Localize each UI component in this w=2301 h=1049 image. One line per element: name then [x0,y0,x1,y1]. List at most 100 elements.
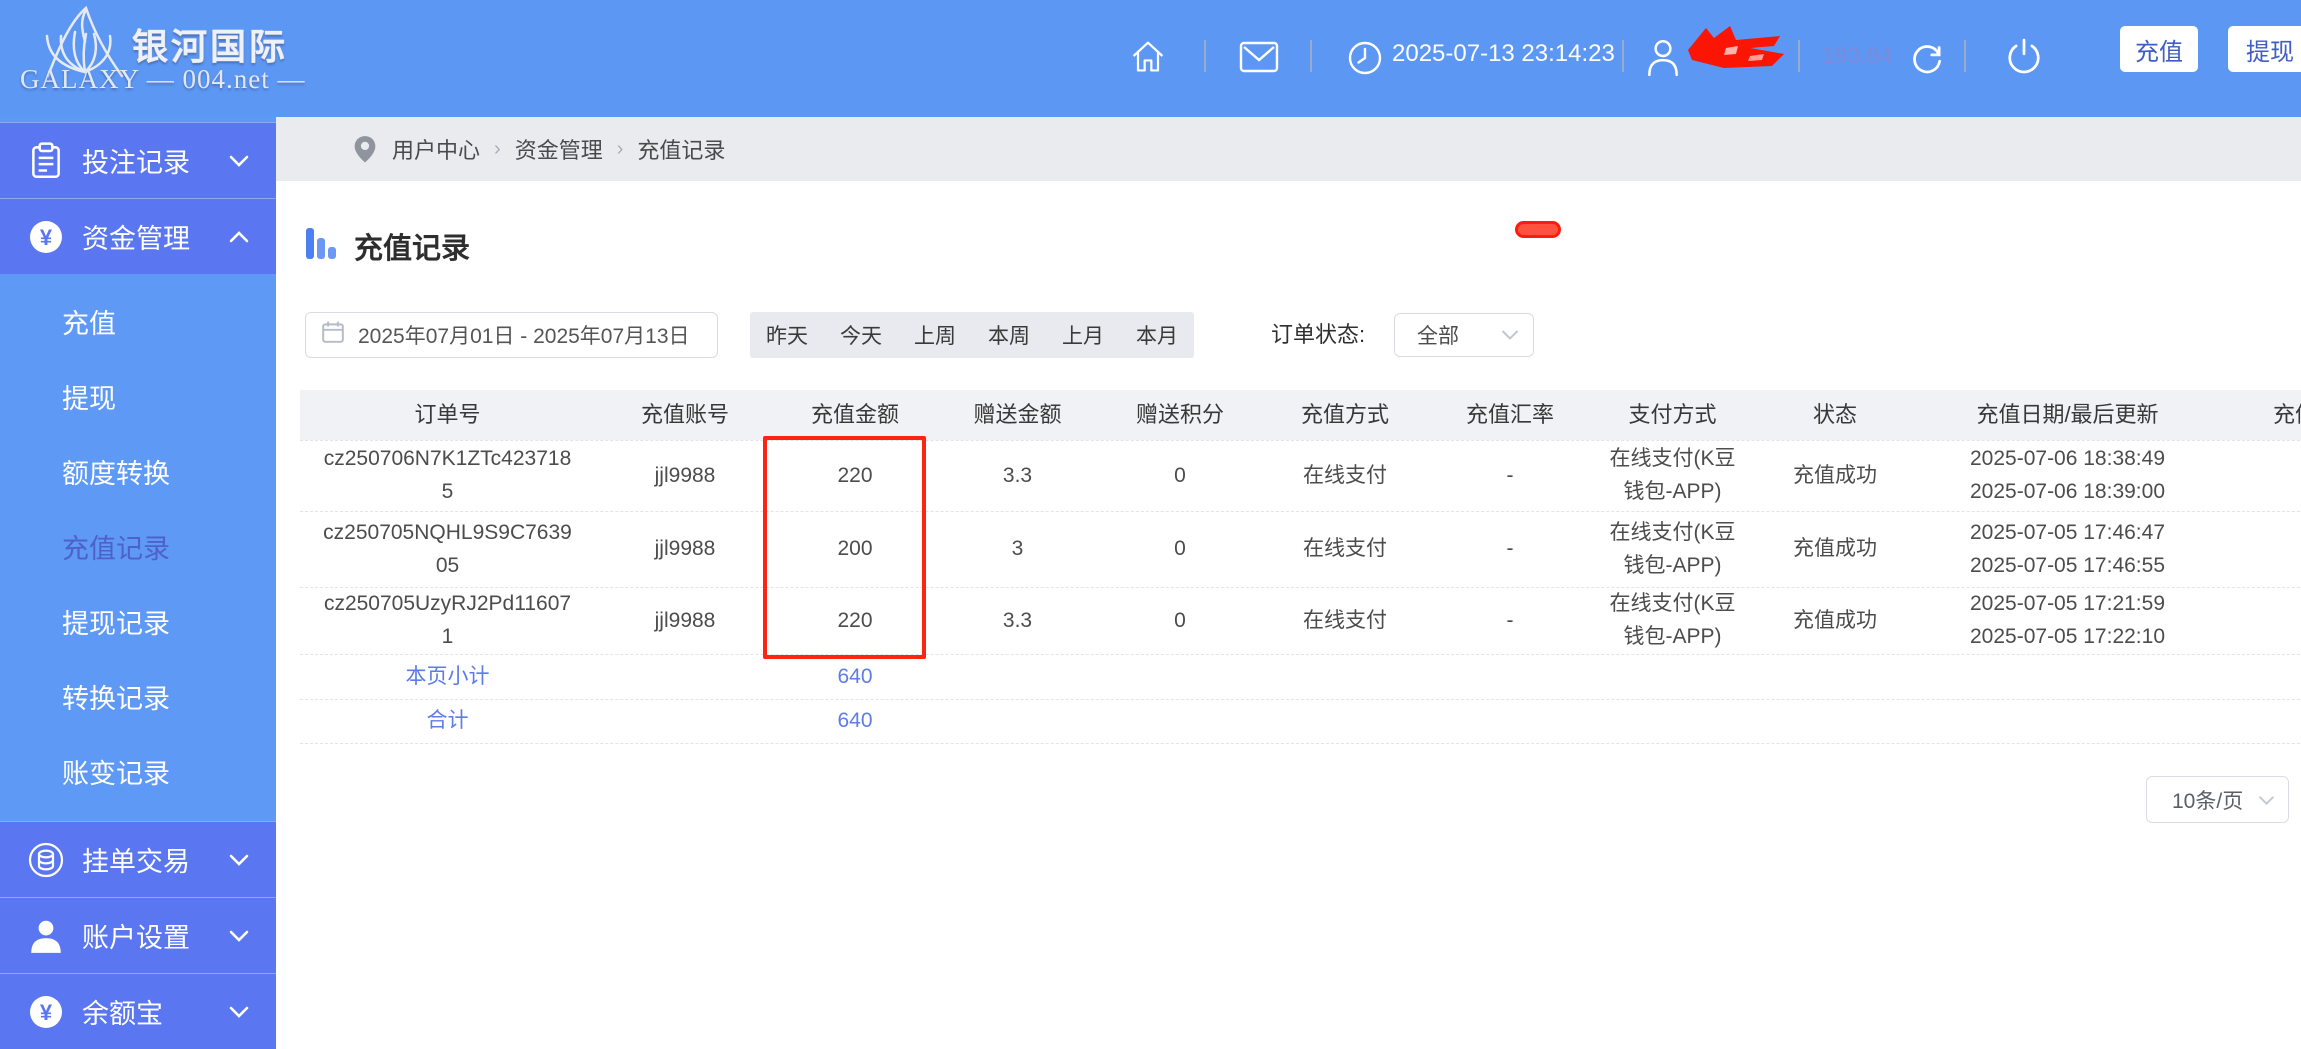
total-amount: 640 [837,709,873,733]
breadcrumb: 用户中心 › 资金管理 › 充值记录 [276,117,2301,181]
funds-submenu: 充值 提现 额度转换 充值记录 提现记录 转换记录 账变记录 [0,274,276,821]
separator [1964,40,1966,72]
sidebar-item-pending-orders[interactable]: 挂单交易 [0,821,276,897]
sidebar-item-label: 资金管理 [82,224,190,254]
points: 0 [1174,537,1186,561]
chevron-down-icon [2258,788,2275,812]
table-row: cz250705UzyRJ2Pd116071 jjl9988 220 3.3 0… [300,587,2301,654]
separator [1798,40,1800,72]
mail-icon[interactable] [1238,40,1280,79]
account: jjl9988 [654,463,716,487]
account: jjl9988 [654,537,716,561]
date-range-input[interactable]: 2025年07月01日 - 2025年07月13日 [305,312,718,358]
sidebar-item-label: 投注记录 [82,148,190,178]
sidebar-item-label: 余额宝 [82,999,163,1029]
table-header-row: 订单号 充值账号 充值金额 赠送金额 赠送积分 充值方式 充值汇率 支付方式 状… [300,390,2301,440]
col-order-no: 订单号 [414,401,481,427]
yen-coin-icon: ¥ [26,218,66,256]
sidebar-item-betting-records[interactable]: 投注记录 [0,122,276,198]
method: 在线支付 [1303,537,1387,561]
col-payment: 支付方式 [1628,401,1717,427]
col-rate: 充值汇率 [1465,401,1554,427]
breadcrumb-item-funds-management[interactable]: 资金管理 [515,133,603,165]
col-extra: 充值 [2272,401,2301,427]
rate: - [1506,537,1514,561]
refresh-icon[interactable] [1908,38,1946,81]
payment: 在线支付(K豆 钱包-APP) [1609,592,1736,648]
quick-range-this-month[interactable]: 本月 [1120,312,1194,358]
quick-range-last-month[interactable]: 上月 [1046,312,1120,358]
breadcrumb-item-deposit-records: 充值记录 [637,138,726,163]
separator [1310,40,1312,72]
bar-chart-icon [305,223,337,268]
quick-range-yesterday[interactable]: 昨天 [750,312,824,358]
location-pin-icon [352,134,378,164]
chevron-down-icon [228,154,250,168]
deposit-button[interactable]: 充值 [2120,26,2198,72]
clipboard-icon [26,141,66,181]
page-size-select[interactable]: 10条/页 [2146,776,2289,823]
submenu-item-withdraw[interactable]: 提现 [0,359,276,434]
power-icon[interactable] [2004,37,2044,82]
sidebar-item-account-settings[interactable]: 账户设置 [0,897,276,973]
order-no: cz250705NQHL9S9C763905 [323,520,572,577]
dates: 2025-07-06 18:38:49 2025-07-06 18:39:00 [1970,447,2165,503]
chevron-down-icon [228,1005,250,1019]
total-label[interactable]: 合计 [300,705,595,738]
sidebar-item-label: 挂单交易 [82,847,190,877]
bonus: 3 [1011,537,1024,561]
submenu-item-deposit[interactable]: 充值 [0,284,276,359]
breadcrumb-separator: › [616,137,624,160]
chevron-up-icon [228,230,250,244]
account: jjl9988 [654,608,716,632]
quick-range-group: 昨天 今天 上周 本周 上月 本月 [750,312,1194,358]
dates: 2025-07-05 17:21:59 2025-07-05 17:22:10 [1970,592,2165,648]
status: 充值成功 [1793,463,1877,487]
quick-range-last-week[interactable]: 上周 [898,312,972,358]
sidebar-item-yuebao[interactable]: ¥ 余额宝 [0,973,276,1049]
points: 0 [1174,608,1186,632]
separator [1622,40,1624,72]
censored-username-scribble [1680,22,1790,77]
page-size-value: 10条/页 [2172,789,2244,813]
quick-range-this-week[interactable]: 本周 [972,312,1046,358]
dates: 2025-07-05 17:46:47 2025-07-05 17:46:55 [1970,520,2165,577]
method: 在线支付 [1303,463,1387,487]
chevron-down-icon [228,929,250,943]
submenu-item-deposit-records[interactable]: 充值记录 [0,509,276,584]
bonus: 3.3 [1002,608,1033,632]
calendar-icon [321,320,345,350]
submenu-item-quota-transfer[interactable]: 额度转换 [0,434,276,509]
site-logo[interactable]: 银河国际 GALAXY — 004.net — [14,2,304,114]
rate: - [1506,463,1514,487]
points: 0 [1174,463,1186,487]
table-row: cz250706N7K1ZTc4237185 jjl9988 220 3.3 0… [300,440,2301,511]
withdraw-button[interactable]: 提现 [2228,26,2301,72]
breadcrumb-separator: › [494,137,501,160]
svg-text:¥: ¥ [40,225,53,250]
col-points: 赠送积分 [1135,401,1224,427]
subtotal-row: 本页小计 640 [300,654,2301,699]
sidebar: 投注记录 ¥ 资金管理 充值 提现 额度转换 充值记录 提现记录 转换记录 账变… [0,117,276,1049]
submenu-item-withdraw-records[interactable]: 提现记录 [0,584,276,659]
top-bar: 银河国际 GALAXY — 004.net — 2025-07-13 23:14… [0,0,2301,117]
subtotal-label[interactable]: 本页小计 [300,661,595,694]
submenu-item-account-change-records[interactable]: 账变记录 [0,734,276,809]
current-datetime: 2025-07-13 23:14:23 [1392,40,1615,67]
yen-coin-icon: ¥ [26,993,66,1031]
sidebar-item-funds-management[interactable]: ¥ 资金管理 [0,198,276,274]
submenu-item-transfer-records[interactable]: 转换记录 [0,659,276,734]
breadcrumb-item-user-center[interactable]: 用户中心 [392,133,480,165]
order-status-select[interactable]: 全部 [1394,313,1534,357]
user-icon[interactable] [1645,36,1681,83]
person-icon [26,917,66,955]
status: 充值成功 [1793,537,1877,561]
logo-title: 银河国际 [132,26,289,67]
quick-range-today[interactable]: 今天 [824,312,898,358]
sidebar-item-label: 账户设置 [82,923,190,953]
red-censor-dash [1515,221,1561,238]
col-method: 充值方式 [1300,401,1389,427]
date-range-value: 2025年07月01日 - 2025年07月13日 [358,325,690,348]
home-icon[interactable] [1128,36,1168,81]
status: 充值成功 [1793,608,1877,632]
